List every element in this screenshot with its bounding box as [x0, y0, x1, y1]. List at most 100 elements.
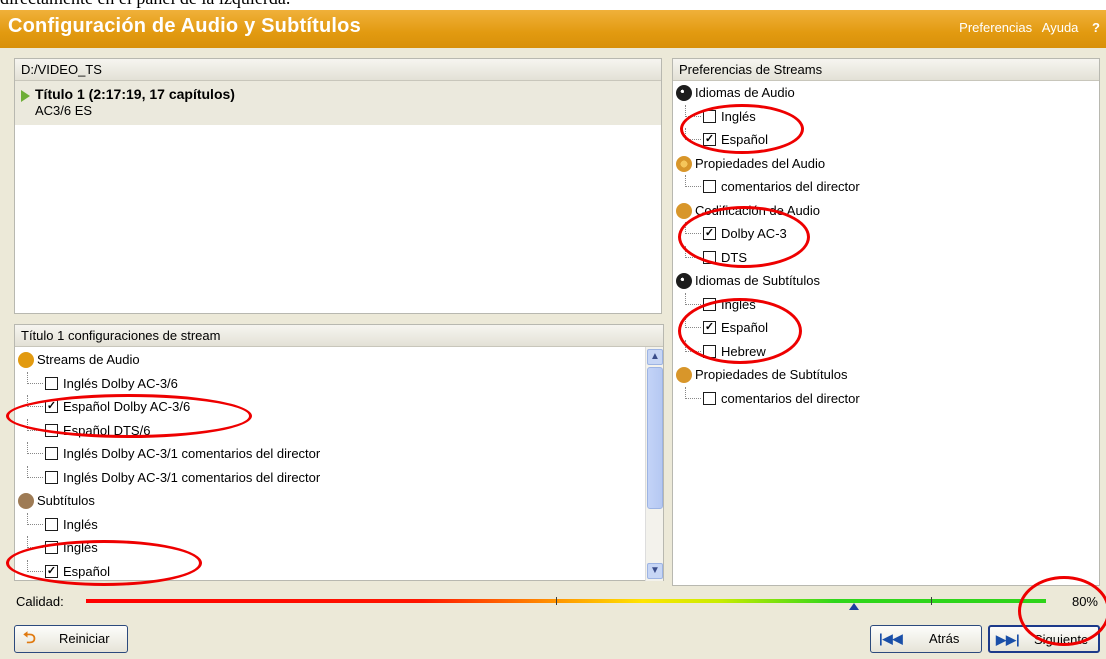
checkbox[interactable]: ✓: [45, 400, 58, 413]
skip-back-icon: |◀◀: [879, 631, 903, 646]
tree-item[interactable]: ✓ Español: [673, 316, 1099, 340]
scroll-down-button[interactable]: ▼: [647, 563, 663, 579]
checkbox[interactable]: ✓: [703, 227, 716, 240]
tree-connector: [27, 418, 43, 431]
tree-item[interactable]: ✓ Español Dolby AC-3/6: [15, 395, 645, 419]
tree-group[interactable]: Codificación de Audio: [673, 199, 1099, 223]
tree-item[interactable]: comentarios del director: [673, 386, 1099, 411]
next-label: Siguiente: [1034, 632, 1089, 647]
tree-group[interactable]: Streams de Audio: [15, 348, 645, 372]
title-list-item[interactable]: Título 1 (2:17:19, 17 capítulos) AC3/6 E…: [15, 81, 661, 125]
checkbox[interactable]: [45, 376, 58, 390]
prefs-panel-header: Preferencias de Streams: [673, 59, 1099, 81]
tree-group[interactable]: Subtítulos: [15, 489, 645, 513]
checkbox[interactable]: [703, 297, 716, 311]
checkbox[interactable]: [45, 423, 58, 437]
tree-item-label: Español: [721, 320, 768, 335]
tree-item-label: Hebrew: [721, 343, 766, 359]
streams-panel-header: Título 1 configuraciones de stream: [15, 325, 663, 347]
source-path: D:/VIDEO_TS: [15, 59, 661, 81]
audio-properties-icon: [676, 155, 692, 172]
tree-connector: [27, 395, 43, 407]
tree-item-label: Español: [721, 132, 768, 147]
checkbox[interactable]: ✓: [703, 133, 716, 146]
tree-group[interactable]: Idiomas de Subtítulos: [673, 269, 1099, 293]
globe-icon: [676, 273, 692, 289]
scroll-thumb[interactable]: [647, 367, 663, 509]
tree-item-label: DTS: [721, 249, 747, 265]
tree-connector: [685, 316, 701, 328]
tree-item[interactable]: Inglés Dolby AC-3/1 comentarios del dire…: [15, 442, 645, 466]
checkbox[interactable]: [703, 250, 716, 264]
tree-connector: [685, 128, 701, 140]
tree-item[interactable]: comentarios del director: [673, 175, 1099, 199]
globe-icon: [676, 85, 692, 101]
checkbox[interactable]: [45, 447, 58, 460]
tree-group[interactable]: Propiedades de Subtítulos: [673, 363, 1099, 387]
subtitle-properties-icon: [676, 367, 692, 383]
tree-item-label: Inglés Dolby AC-3/1 comentarios del dire…: [63, 446, 321, 461]
tree-item[interactable]: ✓ Dolby AC-3: [673, 222, 1099, 246]
tree-item[interactable]: Inglés Dolby AC-3/1 comentarios del dire…: [15, 465, 645, 490]
next-button[interactable]: ▶▶| Siguiente: [988, 625, 1100, 653]
quality-meter: Calidad: 80%: [0, 590, 1106, 614]
tree-group[interactable]: Idiomas de Audio: [673, 81, 1099, 105]
tree-group-label: Subtítulos: [37, 493, 95, 508]
tree-connector: [685, 222, 701, 234]
checkbox[interactable]: ✓: [45, 564, 58, 578]
tree-group-label: Idiomas de Audio: [695, 85, 795, 100]
title-stream: AC3/6 ES: [35, 103, 93, 118]
checkbox[interactable]: [703, 180, 716, 193]
tree-group-label: Streams de Audio: [37, 352, 140, 367]
checkbox[interactable]: [703, 344, 716, 358]
tree-item[interactable]: Inglés Dolby AC-3/6: [15, 371, 645, 396]
tree-group-label: Propiedades del Audio: [695, 155, 826, 171]
tree-item[interactable]: Inglés: [673, 292, 1099, 317]
checkbox[interactable]: [45, 517, 58, 531]
tree-item-label: Inglés Dolby AC-3/6: [63, 375, 178, 391]
menu-preferences[interactable]: Preferencias: [959, 20, 1032, 35]
title-streams-panel: Título 1 configuraciones de stream Strea…: [14, 324, 664, 581]
tree-connector: [685, 339, 701, 352]
tree-item[interactable]: ✓ Español: [15, 559, 645, 581]
quality-label: Calidad:: [16, 594, 64, 609]
checkbox[interactable]: [45, 470, 58, 484]
tree-item-label: Español DTS/6: [63, 422, 151, 438]
quality-tick: [556, 597, 557, 605]
reset-button[interactable]: ⮌ Reiniciar: [14, 625, 128, 653]
help-icon[interactable]: ?: [1092, 20, 1100, 35]
title-name: Título 1 (2:17:19, 17 capítulos): [35, 86, 235, 102]
tree-item[interactable]: Español DTS/6: [15, 418, 645, 443]
tree-item-label: Inglés: [63, 540, 98, 555]
tree-item-label: Inglés: [721, 108, 756, 124]
checkbox[interactable]: [703, 109, 716, 123]
tree-item[interactable]: Inglés: [15, 536, 645, 560]
audio-codec-icon: [676, 202, 692, 219]
tree-item[interactable]: Inglés: [673, 104, 1099, 129]
tree-item-label: comentarios del director: [721, 390, 860, 406]
quality-value: 80%: [1071, 594, 1098, 609]
reset-label: Reiniciar: [59, 631, 110, 646]
tree-connector: [685, 292, 701, 305]
quality-bar: [86, 599, 1046, 603]
checkbox[interactable]: [703, 391, 716, 405]
back-button[interactable]: |◀◀ Atrás: [870, 625, 982, 653]
checkbox[interactable]: [45, 541, 58, 554]
top-menu: Preferencias Ayuda ?: [953, 20, 1100, 35]
tree-item[interactable]: Inglés: [15, 512, 645, 537]
tree-item[interactable]: ✓ Español: [673, 128, 1099, 152]
tree-item[interactable]: DTS: [673, 245, 1099, 270]
tree-item-label: Inglés: [63, 516, 98, 532]
quality-marker-icon: [849, 603, 859, 610]
menu-help[interactable]: Ayuda: [1042, 20, 1079, 35]
tree-group[interactable]: Propiedades del Audio: [673, 152, 1099, 176]
streams-scrollbar[interactable]: ▲ ▼: [645, 347, 663, 581]
stream-preferences-panel: Preferencias de Streams Idiomas de Audio…: [672, 58, 1100, 586]
tree-group-label: Idiomas de Subtítulos: [695, 273, 821, 288]
tree-item-label: Dolby AC-3: [721, 226, 787, 241]
tree-group-label: Codificación de Audio: [695, 202, 821, 218]
checkbox[interactable]: ✓: [703, 321, 716, 334]
tree-item[interactable]: Hebrew: [673, 339, 1099, 364]
scroll-up-button[interactable]: ▲: [647, 349, 663, 365]
tree-connector: [685, 175, 701, 187]
